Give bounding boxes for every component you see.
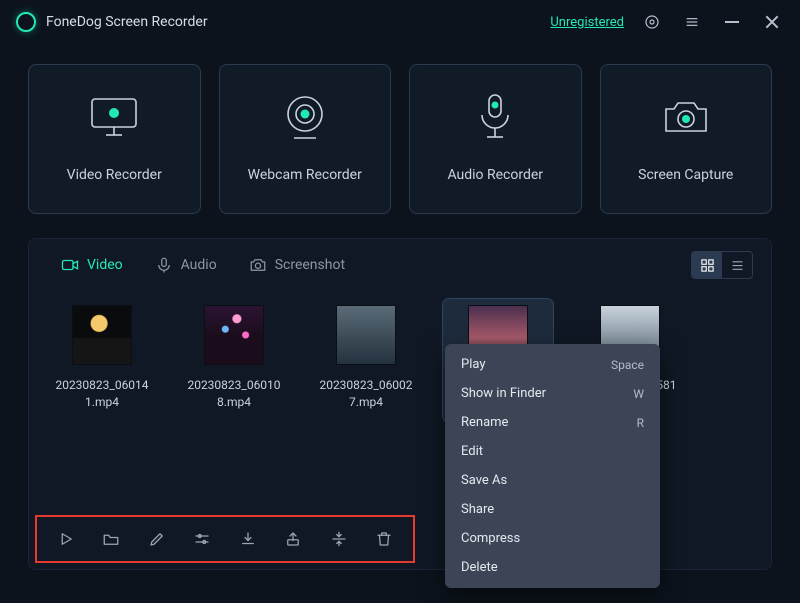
menu-item-label: Compress [461,531,520,546]
menu-item-show-in-finder[interactable]: Show in Finder W [445,379,660,408]
menu-item-shortcut: Space [611,358,644,372]
download-icon [239,530,257,548]
library-panel: Video Audio Screenshot 20230823_060141.m… [28,238,772,570]
filter-audio-label: Audio [181,257,217,273]
thumbnail-preview [336,305,396,365]
delete-action[interactable] [366,521,404,557]
menu-item-share[interactable]: Share [445,495,660,524]
webcam-recorder-label: Webcam Recorder [248,167,362,183]
menu-item-label: Save As [461,473,507,488]
share-action[interactable] [275,521,313,557]
filter-video-label: Video [87,257,123,273]
webcam-icon [280,95,330,139]
screen-capture-label: Screen Capture [638,167,733,183]
menu-item-delete[interactable]: Delete [445,553,660,582]
filter-video[interactable]: Video [47,250,137,280]
video-recorder-label: Video Recorder [67,167,162,183]
sliders-icon [193,530,211,548]
play-icon [57,530,75,548]
menu-item-label: Play [461,357,486,372]
audio-filter-icon [155,256,173,274]
menu-item-shortcut: W [633,387,644,401]
menu-item-label: Edit [461,444,483,459]
view-toggle [691,251,753,279]
video-recorder-card[interactable]: Video Recorder [28,64,201,214]
thumbnail-preview [72,305,132,365]
folder-icon [102,530,120,548]
thumbnail-item[interactable]: 20230823_060108.mp4 [179,299,289,422]
thumbnail-name: 20230823_060141.mp4 [51,377,153,412]
context-menu: Play Space Show in Finder W Rename R Edi… [445,344,660,588]
menu-icon[interactable] [680,10,704,34]
filter-screenshot-label: Screenshot [275,257,345,273]
minimize-button[interactable] [720,10,744,34]
audio-recorder-label: Audio Recorder [447,167,543,183]
title-bar: FoneDog Screen Recorder Unregistered [0,0,800,44]
menu-item-play[interactable]: Play Space [445,350,660,379]
thumbnail-item[interactable]: 20230823_060141.mp4 [47,299,157,422]
microphone-icon [476,95,514,139]
audio-recorder-card[interactable]: Audio Recorder [409,64,582,214]
thumbnail-item[interactable]: 20230823_060027.mp4 [311,299,421,422]
webcam-recorder-card[interactable]: Webcam Recorder [219,64,392,214]
share-icon [284,530,302,548]
play-action[interactable] [47,521,85,557]
camera-icon [660,95,712,139]
app-title: FoneDog Screen Recorder [46,14,208,30]
mode-row: Video Recorder Webcam Recorder Audio Rec… [0,44,800,238]
monitor-icon [86,95,142,139]
action-bar [35,515,415,563]
gear-icon[interactable] [640,10,664,34]
edit-action[interactable] [138,521,176,557]
open-folder-action[interactable] [93,521,131,557]
list-icon [730,258,745,273]
menu-item-compress[interactable]: Compress [445,524,660,553]
unregistered-link[interactable]: Unregistered [550,15,624,30]
menu-item-label: Share [461,502,494,517]
filter-audio[interactable]: Audio [141,250,231,280]
screenshot-filter-icon [249,256,267,274]
app-logo-icon [16,12,36,32]
grid-icon [700,258,715,273]
compress-action[interactable] [320,521,358,557]
list-view-button[interactable] [722,252,752,278]
grid-view-button[interactable] [692,252,722,278]
save-action[interactable] [229,521,267,557]
menu-item-save-as[interactable]: Save As [445,466,660,495]
filter-bar: Video Audio Screenshot [29,239,771,291]
close-button[interactable] [760,10,784,34]
filter-screenshot[interactable]: Screenshot [235,250,359,280]
pencil-icon [148,530,166,548]
menu-item-label: Delete [461,560,498,575]
menu-item-label: Show in Finder [461,386,546,401]
settings-action[interactable] [184,521,222,557]
thumbnail-name: 20230823_060027.mp4 [315,377,417,412]
screen-capture-card[interactable]: Screen Capture [600,64,773,214]
menu-item-shortcut: R [637,416,644,430]
trash-icon [375,530,393,548]
menu-item-label: Rename [461,415,508,430]
menu-item-rename[interactable]: Rename R [445,408,660,437]
video-filter-icon [61,256,79,274]
thumbnail-name: 20230823_060108.mp4 [183,377,285,412]
compress-icon [330,530,348,548]
thumbnail-preview [204,305,264,365]
menu-item-edit[interactable]: Edit [445,437,660,466]
